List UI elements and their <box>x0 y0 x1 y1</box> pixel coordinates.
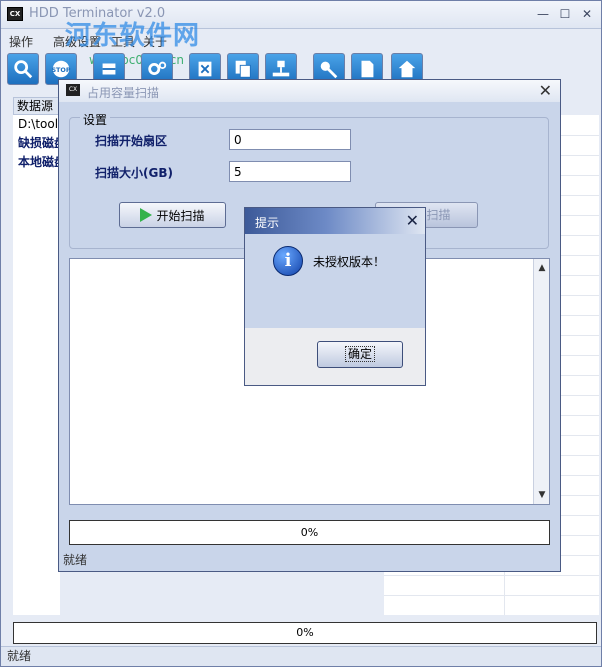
minimize-icon[interactable]: — <box>533 5 553 23</box>
alert-title: 提示 <box>255 216 280 230</box>
close-icon[interactable]: ✕ <box>406 209 419 233</box>
data-source-list: D:\tools 缺损磁盘 本地磁盘 <box>13 115 60 615</box>
toolbar-search-button[interactable] <box>7 53 39 85</box>
scan-size-input[interactable] <box>229 161 351 182</box>
home-icon <box>398 60 416 78</box>
scan-window-title: 占用容量扫描 <box>87 86 160 100</box>
data-source-item[interactable]: 缺损磁盘 <box>13 134 60 153</box>
erase-icon <box>102 63 116 75</box>
ok-button-label: 确定 <box>344 346 375 362</box>
watermark-logo: 河东软件网 <box>65 21 201 51</box>
start-scan-label: 开始扫描 <box>156 208 205 223</box>
start-sector-input[interactable] <box>229 129 351 150</box>
data-source-item[interactable]: D:\tools <box>13 115 60 134</box>
main-status-bar: 就绪 <box>1 646 601 666</box>
settings-legend: 设置 <box>80 111 111 128</box>
info-icon: i <box>273 246 303 276</box>
data-source-item[interactable]: 本地磁盘 <box>13 153 60 172</box>
play-icon <box>140 208 153 222</box>
delete-icon <box>198 61 212 77</box>
close-icon[interactable]: ✕ <box>577 5 597 23</box>
main-progress-bar: 0% <box>13 622 597 644</box>
copy-icon <box>235 60 251 78</box>
alert-dialog: 提示 ✕ i 未授权版本！ 确定 <box>244 207 426 386</box>
maximize-icon[interactable]: ☐ <box>555 5 575 23</box>
alert-body <box>245 234 425 328</box>
search-icon <box>14 60 33 79</box>
menu-operate[interactable]: 操作 <box>9 33 33 50</box>
scan-title-bar: CX 占用容量扫描 ✕ <box>59 80 560 102</box>
app-icon: CX <box>66 84 80 96</box>
scan-progress-bar: 0% <box>69 520 550 545</box>
start-scan-button[interactable]: 开始扫描 <box>119 202 226 228</box>
scan-size-label: 扫描大小(GB) <box>95 166 173 180</box>
key-icon <box>320 61 338 79</box>
app-icon: CX <box>7 7 23 21</box>
scrollbar[interactable]: ▲ ▼ <box>533 259 549 504</box>
stop-icon: STOP <box>51 60 71 78</box>
settings-icon <box>148 61 167 75</box>
scroll-down-icon[interactable]: ▼ <box>536 488 548 502</box>
svg-text:STOP: STOP <box>51 66 70 74</box>
ok-button[interactable]: 确定 <box>317 341 403 368</box>
start-sector-label: 扫描开始扇区 <box>95 134 168 148</box>
scan-status-bar: 就绪 <box>59 550 560 571</box>
data-source-header: 数据源 <box>13 97 60 115</box>
scroll-up-icon[interactable]: ▲ <box>536 261 548 275</box>
alert-message: 未授权版本！ <box>313 255 386 269</box>
alert-footer: 确定 <box>245 328 425 385</box>
document-icon <box>361 60 374 78</box>
close-icon[interactable]: ✕ <box>539 80 552 102</box>
network-icon <box>272 60 290 77</box>
alert-title-bar: 提示 ✕ <box>245 208 425 234</box>
